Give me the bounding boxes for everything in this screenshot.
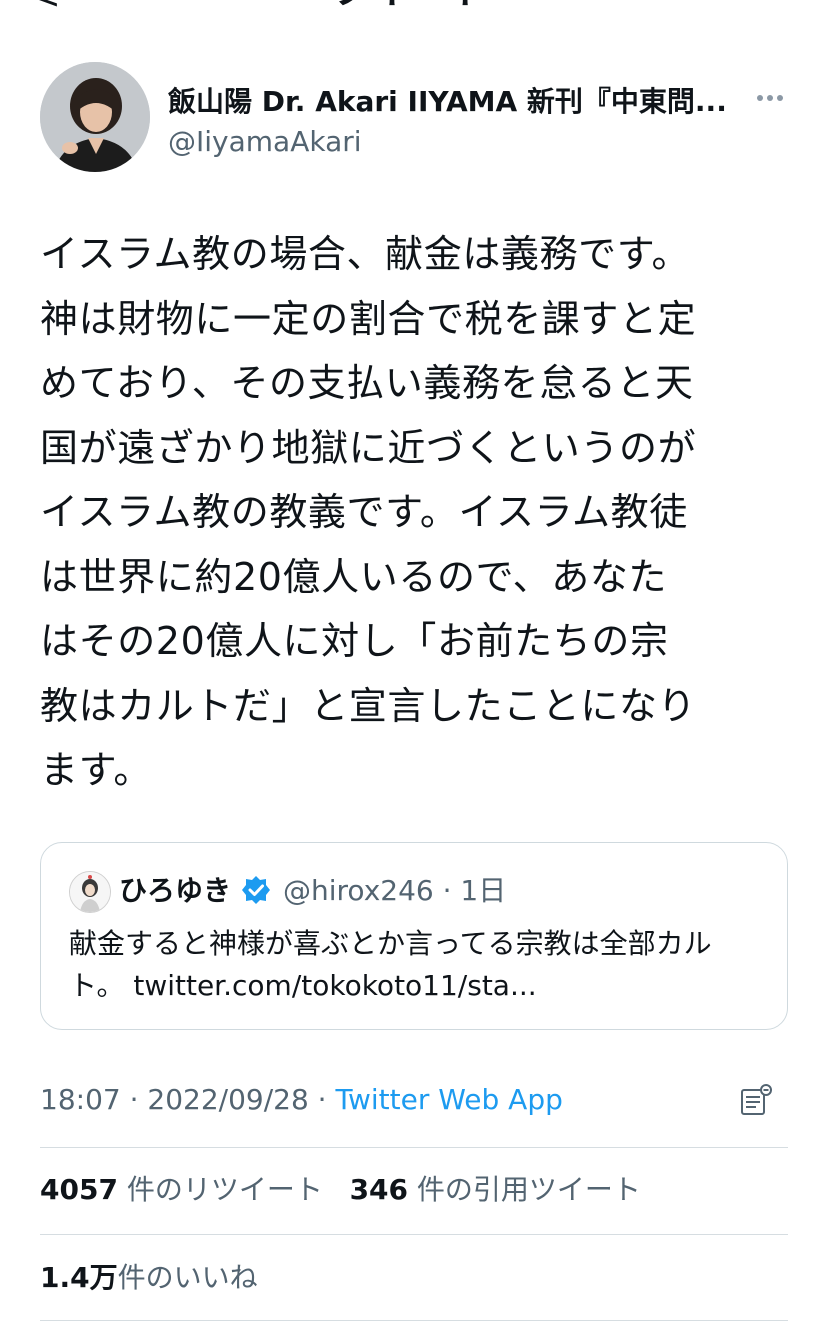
author-handle[interactable]: @IiyamaAkari xyxy=(168,124,362,160)
quote-tweets-stat[interactable]: 346 件の引用ツイート xyxy=(350,1173,641,1206)
retweets-label: 件のリツイート xyxy=(126,1173,323,1206)
likes-stat[interactable]: 1.4万件のいいね xyxy=(40,1258,258,1298)
quote-avatar-image xyxy=(70,872,110,912)
quoted-tweet[interactable]: ひろゆき @hirox246 · 1日 献金すると神様が喜ぶとか言ってる宗教は全… xyxy=(40,842,788,1030)
retweets-stat[interactable]: 4057 件のリツイート xyxy=(40,1173,323,1206)
more-icon[interactable] xyxy=(752,80,788,116)
back-button[interactable]: < xyxy=(32,0,61,14)
divider xyxy=(40,1234,788,1235)
tweet-body: イスラム教の場合、献金は義務です。 神は財物に一定の割合で税を課すと定 めており… xyxy=(40,232,697,792)
analytics-icon[interactable] xyxy=(738,1082,774,1118)
quote-author-meta: @hirox246 · 1日 xyxy=(283,874,507,907)
avatar[interactable] xyxy=(40,62,150,172)
likes-label: 件のいいね xyxy=(117,1261,258,1294)
top-nav-bar: < ツイート xyxy=(0,0,828,14)
tweet-timestamp: 18:07 · 2022/09/28 · xyxy=(40,1083,336,1116)
divider xyxy=(40,1147,788,1148)
source-link[interactable]: Twitter Web App xyxy=(335,1083,562,1116)
likes-count: 1.4万 xyxy=(40,1261,118,1294)
retweets-count: 4057 xyxy=(40,1173,118,1206)
avatar-image xyxy=(40,62,150,172)
engagement-stats: 4057 件のリツイート 346 件の引用ツイート xyxy=(40,1170,641,1210)
quote-body: 献金すると神様が喜ぶとか言ってる宗教は全部カル ト。 twitter.com/t… xyxy=(69,927,712,1002)
quote-author-name: ひろゆき xyxy=(119,874,232,907)
author-display-name[interactable]: 飯山陽 Dr. Akari IIYAMA 新刊『中東問... xyxy=(168,84,738,120)
quote-avatar xyxy=(69,871,111,913)
quotes-count: 346 xyxy=(349,1173,409,1206)
tweet-author: 飯山陽 Dr. Akari IIYAMA 新刊『中東問... @IiyamaAk… xyxy=(40,62,788,174)
divider xyxy=(40,1320,788,1321)
page-title: ツイート xyxy=(330,0,490,10)
verified-icon xyxy=(242,876,270,904)
quotes-label: 件の引用ツイート xyxy=(416,1173,641,1206)
tweet-timestamp-row: 18:07 · 2022/09/28 · Twitter Web App xyxy=(40,1080,563,1120)
